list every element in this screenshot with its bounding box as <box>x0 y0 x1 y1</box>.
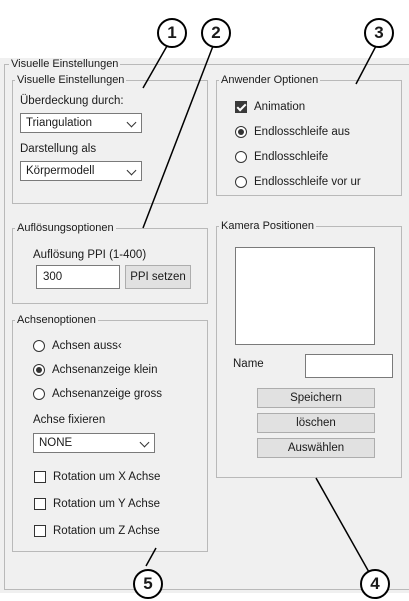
callout-lines <box>142 45 377 582</box>
callout-line-1 <box>142 45 168 89</box>
callout-1: 1 <box>157 18 187 48</box>
callout-3: 3 <box>364 18 394 48</box>
callout-2: 2 <box>201 18 231 48</box>
callout-line-3 <box>355 45 377 85</box>
callout-line-5 <box>145 547 157 567</box>
callout-line-4 <box>315 477 375 582</box>
callout-4: 4 <box>360 569 390 599</box>
callout-line-2 <box>142 45 214 229</box>
callout-5: 5 <box>133 569 163 599</box>
